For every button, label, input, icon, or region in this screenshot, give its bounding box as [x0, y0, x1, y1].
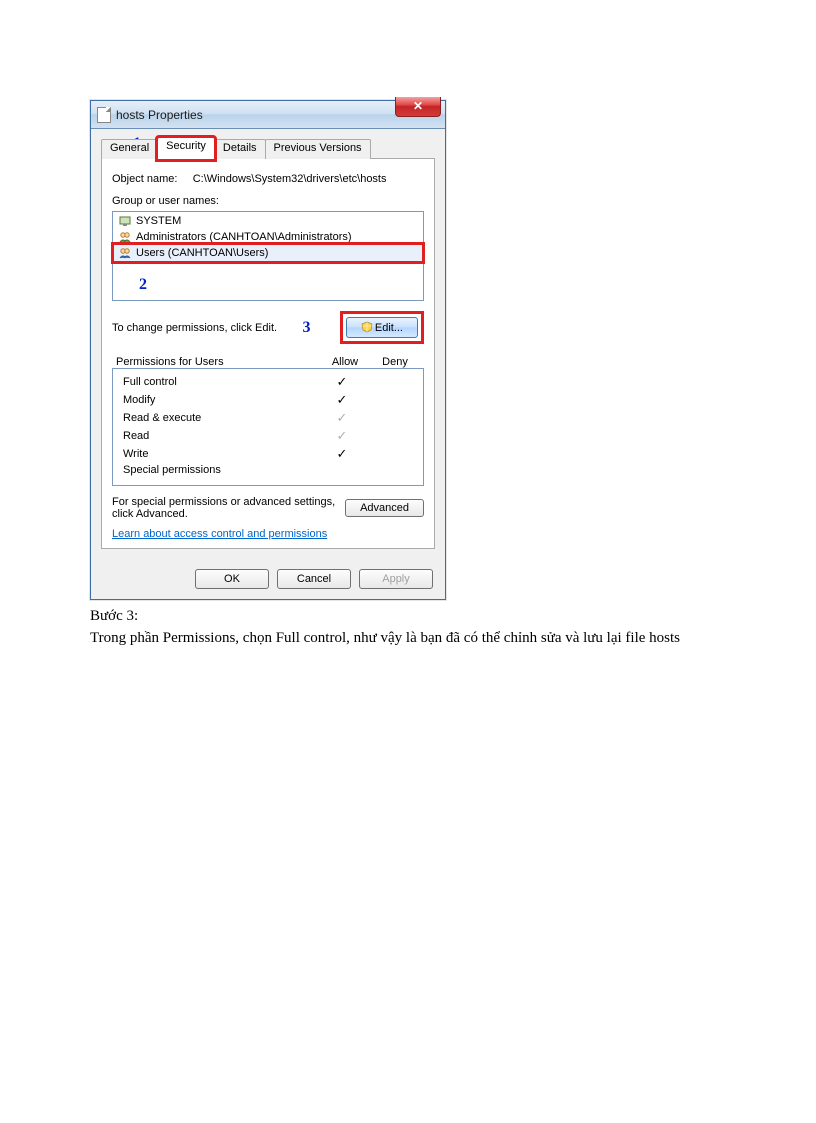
object-name-row: Object name: C:\Windows\System32\drivers…	[112, 173, 424, 185]
apply-button[interactable]: Apply	[359, 569, 433, 589]
advanced-button[interactable]: Advanced	[345, 499, 424, 517]
permission-row: Special permissions	[119, 463, 417, 477]
permission-name: Modify	[119, 394, 317, 406]
properties-dialog: hosts Properties ✕ 1 General Security De…	[90, 100, 446, 600]
permissions-table: Full control✓Modify✓Read & execute✓Read✓…	[112, 368, 424, 486]
annotation-2: 2	[139, 276, 147, 294]
close-button[interactable]: ✕	[395, 97, 441, 117]
permission-row: Write✓	[119, 445, 417, 463]
list-item-label: Users (CANHTOAN\Users)	[136, 247, 268, 259]
change-permissions-text: To change permissions, click Edit.	[112, 322, 277, 334]
permission-name: Full control	[119, 376, 317, 388]
tab-security[interactable]: Security	[157, 137, 215, 160]
permission-row: Read & execute✓	[119, 409, 417, 427]
permission-name: Special permissions	[119, 464, 317, 476]
learn-link[interactable]: Learn about access control and permissio…	[112, 528, 327, 540]
permission-allow: ✓	[317, 374, 367, 390]
advanced-row: For special permissions or advanced sett…	[112, 496, 424, 520]
tab-content: Object name: C:\Windows\System32\drivers…	[101, 159, 435, 549]
permission-allow: ✓	[317, 446, 367, 462]
list-item-label: Administrators (CANHTOAN\Administrators)	[136, 231, 352, 243]
dialog-button-row: OK Cancel Apply	[91, 559, 445, 599]
tab-general[interactable]: General	[101, 139, 158, 159]
annotation-3: 3	[302, 319, 310, 337]
permission-name: Read	[119, 430, 317, 442]
permission-row: Read✓	[119, 427, 417, 445]
file-icon	[97, 107, 111, 123]
tab-previous[interactable]: Previous Versions	[265, 139, 371, 159]
list-item-admins[interactable]: Administrators (CANHTOAN\Administrators)	[114, 229, 422, 245]
permission-row: Full control✓	[119, 373, 417, 391]
group-label: Group or user names:	[112, 195, 424, 207]
perm-header-deny: Deny	[370, 356, 420, 368]
permission-row: Modify✓	[119, 391, 417, 409]
permission-allow: ✓	[317, 392, 367, 408]
permissions-header: Permissions for Users Allow Deny	[112, 356, 424, 368]
edit-highlight: Edit...	[340, 311, 424, 344]
edit-button-label: Edit...	[375, 322, 403, 334]
users-icon	[118, 246, 132, 260]
system-icon	[118, 214, 132, 228]
tab-strip: 1 General Security Details Previous Vers…	[101, 137, 435, 159]
caption-step: Bước 3:	[90, 606, 730, 628]
perm-header-allow: Allow	[320, 356, 370, 368]
ok-button[interactable]: OK	[195, 569, 269, 589]
caption-body: Trong phần Permissions, chọn Full contro…	[90, 628, 730, 650]
tab-details[interactable]: Details	[214, 139, 266, 159]
group-icon	[118, 230, 132, 244]
advanced-text: For special permissions or advanced sett…	[112, 496, 337, 520]
list-item-system[interactable]: SYSTEM	[114, 213, 422, 229]
window-title: hosts Properties	[116, 108, 203, 122]
object-name-label: Object name:	[112, 173, 177, 185]
permission-allow: ✓	[317, 428, 367, 444]
shield-icon	[361, 321, 373, 333]
cancel-button[interactable]: Cancel	[277, 569, 351, 589]
permission-name: Read & execute	[119, 412, 317, 424]
change-permissions-row: To change permissions, click Edit. 3 Edi…	[112, 311, 424, 344]
permission-allow: ✓	[317, 410, 367, 426]
edit-button[interactable]: Edit...	[346, 317, 418, 338]
list-item-users[interactable]: Users (CANHTOAN\Users)	[114, 245, 422, 261]
user-listbox[interactable]: SYSTEM Administrators (CANHTOAN\Administ…	[112, 211, 424, 301]
caption: Bước 3: Trong phần Permissions, chọn Ful…	[90, 606, 730, 650]
permission-name: Write	[119, 448, 317, 460]
title-bar: hosts Properties ✕	[91, 101, 445, 129]
object-name-value: C:\Windows\System32\drivers\etc\hosts	[193, 173, 387, 185]
list-item-label: SYSTEM	[136, 215, 181, 227]
perm-header-name: Permissions for Users	[116, 356, 320, 368]
